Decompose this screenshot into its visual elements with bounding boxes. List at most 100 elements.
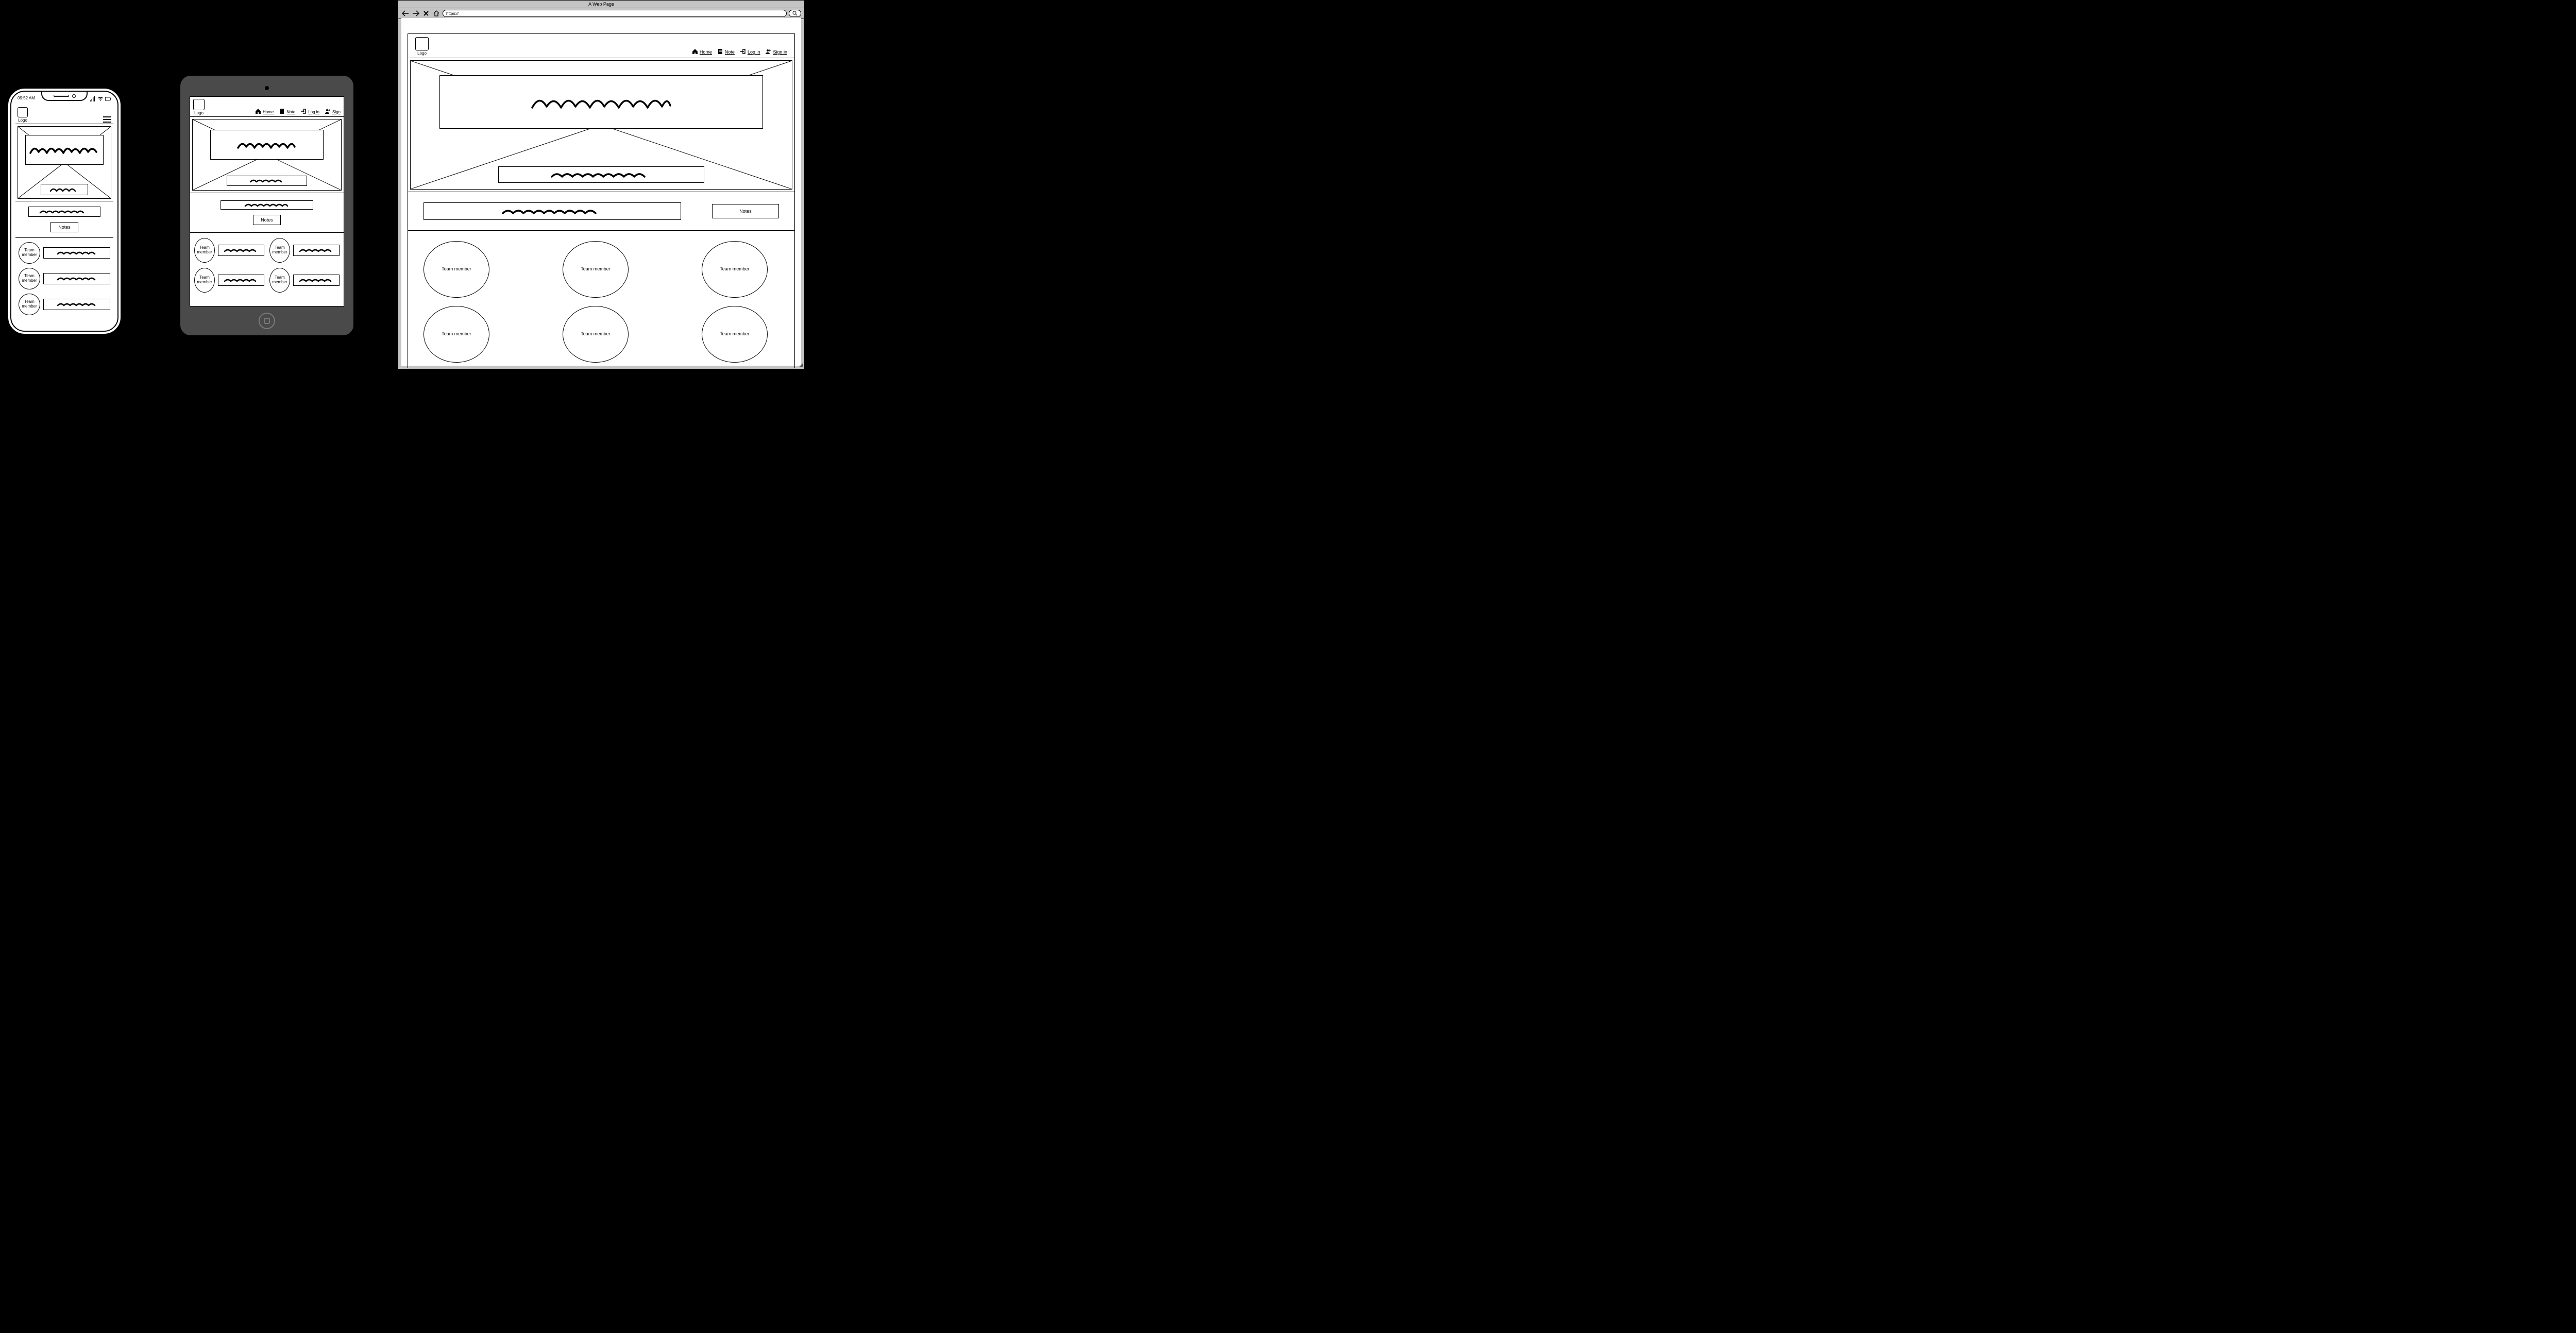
note-icon (717, 48, 723, 56)
team-row: Team member (19, 294, 110, 315)
tablet-home-button[interactable] (259, 313, 275, 329)
team-text-placeholder (43, 299, 110, 310)
phone-mockup: 09:52 AM (7, 88, 122, 335)
team-avatar: Team member (19, 294, 40, 315)
team-section: Team member Team member Team member (15, 238, 113, 319)
team-row: Team member (19, 268, 110, 289)
notes-button[interactable]: Notes (253, 215, 281, 225)
team-avatar: Team member (194, 238, 215, 263)
team-text-placeholder (293, 275, 340, 286)
phone-screen: Logo (15, 106, 113, 327)
logo[interactable]: Logo (18, 107, 28, 123)
nav-signin[interactable]: Sign (325, 108, 341, 115)
hero-title-placeholder (439, 75, 763, 129)
phone-time: 09:52 AM (18, 96, 35, 103)
team-row: Team member (19, 242, 110, 264)
phone-notch (41, 92, 88, 101)
hero-section (15, 124, 113, 201)
team-text-placeholder (293, 245, 340, 256)
notes-bar-placeholder (221, 200, 313, 210)
nav-home[interactable]: Home (692, 48, 712, 56)
header: Logo (15, 106, 113, 124)
home-icon (692, 48, 698, 56)
team-avatar: Team member (423, 306, 489, 363)
nav: Home Note Log in Sign (255, 108, 341, 115)
notes-section: Notes (15, 201, 113, 238)
hamburger-menu-icon[interactable] (103, 116, 111, 123)
home-button-icon[interactable] (432, 10, 440, 17)
header: Logo Home Note Log in Sign (190, 97, 344, 117)
notes-bar-placeholder (423, 202, 681, 220)
close-icon[interactable] (422, 10, 430, 17)
nav-signin[interactable]: Sign in (765, 48, 787, 56)
notes-section: Notes (190, 193, 344, 233)
hero-image-placeholder (18, 126, 111, 199)
logo[interactable]: Logo (415, 37, 429, 56)
team-avatar: Team member (423, 241, 489, 298)
note-icon (279, 108, 285, 115)
hero-subtitle-placeholder (498, 166, 704, 183)
logo-label: Logo (18, 118, 27, 123)
team-text-placeholder (43, 247, 110, 259)
nav-login[interactable]: Log in (740, 48, 760, 56)
team-section: Team member Team member Team member Team… (408, 231, 794, 368)
tablet-mockup: Logo Home Note Log in Sign (179, 75, 354, 336)
tablet-camera (265, 86, 269, 90)
nav: Home Note Log in Sign in (692, 48, 787, 56)
hero-subtitle-placeholder (41, 184, 88, 195)
team-avatar: Team member (702, 306, 768, 363)
notes-bar-placeholder (28, 207, 100, 217)
resize-grip-icon[interactable]: ◢ (799, 362, 803, 368)
team-avatar: Team member (563, 306, 629, 363)
wifi-icon (97, 96, 104, 103)
hero-title-placeholder (25, 135, 104, 165)
hero-section (408, 58, 794, 192)
team-avatar: Team member (702, 241, 768, 298)
team-avatar: Team member (19, 242, 40, 264)
battery-icon (105, 96, 111, 103)
team-row: Team member (269, 268, 340, 293)
notes-section: Notes (408, 192, 794, 231)
login-icon (300, 108, 307, 115)
phone-status-icons (90, 96, 111, 103)
team-avatar: Team member (19, 268, 40, 289)
logo[interactable]: Logo (193, 99, 205, 115)
team-row: Team member (194, 268, 264, 293)
browser-title: A Web Page (398, 1, 804, 8)
browser-toolbar: https:// (398, 8, 804, 19)
logo-label: Logo (417, 51, 427, 56)
browser-viewport: Logo Home Note Log in Sign in (401, 18, 801, 366)
user-add-icon (765, 48, 771, 56)
hero-section (190, 117, 344, 193)
forward-button-icon[interactable] (412, 10, 420, 17)
team-avatar: Team member (194, 268, 215, 293)
back-button-icon[interactable] (401, 10, 410, 17)
team-avatar: Team member (269, 238, 290, 263)
header: Logo Home Note Log in Sign in (408, 34, 794, 58)
hero-title-placeholder (210, 130, 324, 160)
logo-label: Logo (194, 111, 204, 115)
notes-button[interactable]: Notes (712, 204, 779, 218)
team-avatar: Team member (269, 268, 290, 293)
nav-note[interactable]: Note (279, 108, 295, 115)
team-text-placeholder (218, 275, 264, 286)
hero-image-placeholder (410, 60, 792, 190)
team-text-placeholder (218, 245, 264, 256)
search-button-icon[interactable] (789, 10, 801, 17)
hero-subtitle-placeholder (227, 176, 307, 186)
team-avatar: Team member (563, 241, 629, 298)
url-input[interactable]: https:// (443, 10, 787, 17)
nav-note[interactable]: Note (717, 48, 735, 56)
team-text-placeholder (43, 273, 110, 284)
notes-button[interactable]: Notes (50, 222, 78, 232)
login-icon (740, 48, 746, 56)
tablet-screen: Logo Home Note Log in Sign (190, 96, 344, 306)
browser-mockup: A Web Page https:// Logo Home Note (398, 0, 805, 369)
team-row: Team member (269, 238, 340, 263)
user-add-icon (325, 108, 331, 115)
signal-icon (90, 96, 96, 103)
team-section: Team member Team member Team member Team… (190, 233, 344, 298)
nav-login[interactable]: Log in (300, 108, 319, 115)
nav-home[interactable]: Home (255, 108, 274, 115)
home-icon (255, 108, 261, 115)
